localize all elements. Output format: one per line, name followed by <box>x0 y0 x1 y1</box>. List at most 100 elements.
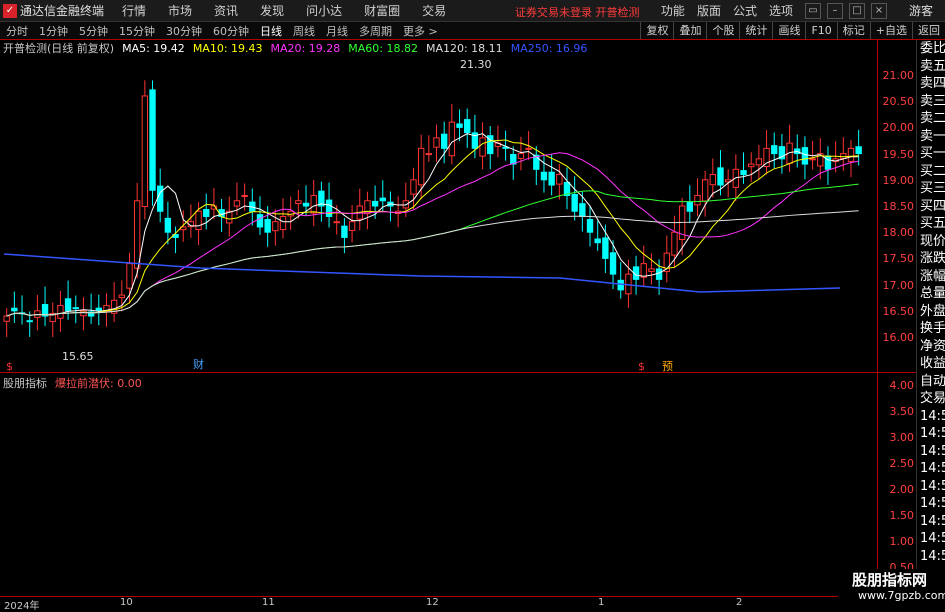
side-item[interactable]: 自动 <box>917 373 945 391</box>
menu-function[interactable]: 功能 <box>661 2 685 19</box>
side-item[interactable]: 买二 <box>917 163 945 181</box>
btn-stock[interactable]: 个股 <box>706 22 739 39</box>
period-more[interactable]: 更多 > <box>403 23 438 39</box>
price-tick: 20.00 <box>882 121 915 135</box>
btn-back[interactable]: 返回 <box>912 22 945 39</box>
menu-formula[interactable]: 公式 <box>733 2 757 19</box>
period-intraday[interactable]: 分时 <box>6 23 28 39</box>
menu-discover[interactable]: 发现 <box>260 2 284 19</box>
side-item[interactable]: 收益 <box>917 355 945 373</box>
ma250-label: MA250: 16.96 <box>510 41 588 55</box>
period-multi[interactable]: 多周期 <box>359 23 392 39</box>
pane-divider[interactable] <box>0 372 916 373</box>
candle-body <box>655 268 663 280</box>
side-item[interactable]: 涨跌 <box>917 250 945 268</box>
side-item[interactable]: 净资 <box>917 338 945 356</box>
side-item[interactable]: 14:56 <box>917 548 945 566</box>
menu-quotes[interactable]: 行情 <box>122 2 146 19</box>
menu-trade[interactable]: 交易 <box>422 2 446 19</box>
period-5min[interactable]: 5分钟 <box>79 23 108 39</box>
candle-body <box>801 147 809 165</box>
candle-body <box>717 167 724 186</box>
btn-mark[interactable]: 标记 <box>836 22 870 39</box>
candle-body <box>126 263 133 289</box>
period-weekly[interactable]: 周线 <box>293 23 315 39</box>
side-item[interactable]: 交易 <box>917 390 945 408</box>
maximize-icon[interactable]: □ <box>848 2 865 19</box>
period-15min[interactable]: 15分钟 <box>119 23 155 39</box>
sub-tick: 1.00 <box>889 535 915 548</box>
candle-body <box>149 89 156 191</box>
menu-ask[interactable]: 问小达 <box>306 2 342 19</box>
price-tick: 19.00 <box>882 173 915 187</box>
minimize-icon[interactable]: – <box>826 2 843 19</box>
ma5-label: MA5: 19.42 <box>122 41 185 55</box>
period-1min[interactable]: 1分钟 <box>39 23 68 39</box>
side-item[interactable]: 外盘 <box>917 303 945 321</box>
sub-indicator-name[interactable]: 股朋指标 <box>3 375 47 391</box>
side-item[interactable]: 卖五 <box>917 58 945 76</box>
candle-body <box>579 203 586 217</box>
side-item[interactable]: 委比 <box>917 40 945 58</box>
close-icon[interactable]: × <box>870 2 887 19</box>
menu-market[interactable]: 市场 <box>168 2 192 19</box>
side-item[interactable]: 14:56 <box>917 408 945 426</box>
btn-add-watchlist[interactable]: +自选 <box>869 22 912 39</box>
ma20-label: MA20: 19.28 <box>270 41 341 55</box>
candle-body <box>740 170 747 176</box>
candle-body <box>840 153 847 159</box>
side-item[interactable]: 14:56 <box>917 478 945 496</box>
candle-body <box>348 221 356 231</box>
side-item[interactable]: 14:56 <box>917 443 945 461</box>
period-30min[interactable]: 30分钟 <box>166 23 202 39</box>
candle-body <box>556 174 563 185</box>
menu-options[interactable]: 选项 <box>769 2 793 19</box>
side-item[interactable]: 现价 <box>917 233 945 251</box>
side-item[interactable]: 14:56 <box>917 513 945 531</box>
candlestick-chart[interactable]: 21.30 15.65 财 $ $ 预 <box>0 40 875 372</box>
side-item[interactable]: 买三 <box>917 180 945 198</box>
period-daily[interactable]: 日线 <box>260 23 282 39</box>
candle-body <box>686 201 693 212</box>
period-60min[interactable]: 60分钟 <box>213 23 249 39</box>
side-item[interactable]: 涨幅 <box>917 268 945 286</box>
trade-status[interactable]: 证券交易未登录 开普检测 <box>515 4 640 20</box>
candle-body <box>548 171 555 186</box>
candle-body <box>586 219 594 233</box>
guest-login[interactable]: 游客 <box>909 2 933 19</box>
time-axis: 2024年 10 11 12 1 2 <box>0 596 877 612</box>
title-bar: ✓ 通达信金融终端 行情 市场 资讯 发现 问小达 财富圈 交易 证券交易未登录… <box>0 0 945 22</box>
menu-wealth[interactable]: 财富圈 <box>364 2 400 19</box>
side-item[interactable]: 卖一 <box>917 128 945 146</box>
candle-body <box>847 147 855 162</box>
btn-stats[interactable]: 统计 <box>739 22 772 39</box>
sub-indicator-value: 爆拉前潜伏: 0.00 <box>55 377 142 390</box>
side-item[interactable]: 14:56 <box>917 495 945 513</box>
side-item[interactable]: 总量 <box>917 285 945 303</box>
ma10-label: MA10: 19.43 <box>192 41 263 55</box>
s-marker-right: $ <box>638 360 645 372</box>
btn-f10[interactable]: F10 <box>805 22 836 39</box>
period-monthly[interactable]: 月线 <box>326 23 348 39</box>
side-item[interactable]: 买五 <box>917 215 945 233</box>
window-mode-icon[interactable]: ▭ <box>804 2 821 19</box>
btn-adjust[interactable]: 复权 <box>640 22 673 39</box>
side-item[interactable]: 买四 <box>917 198 945 216</box>
menu-news[interactable]: 资讯 <box>214 2 238 19</box>
btn-overlay[interactable]: 叠加 <box>673 22 706 39</box>
price-tick: 16.00 <box>882 331 915 344</box>
side-item[interactable]: 14:56 <box>917 425 945 443</box>
candle-body <box>272 221 279 232</box>
btn-draw[interactable]: 画线 <box>772 22 805 39</box>
side-item[interactable]: 14:56 <box>917 530 945 548</box>
side-item[interactable]: 14:56 <box>917 460 945 478</box>
menu-layout[interactable]: 版面 <box>697 2 721 19</box>
side-item[interactable]: 卖三 <box>917 93 945 111</box>
candle-body <box>157 185 164 212</box>
side-item[interactable]: 买一 <box>917 145 945 163</box>
candle-body <box>571 193 578 212</box>
side-item[interactable]: 换手 <box>917 320 945 338</box>
side-item[interactable]: 卖二 <box>917 110 945 128</box>
side-item[interactable]: 卖四 <box>917 75 945 93</box>
candle-body <box>640 263 647 278</box>
